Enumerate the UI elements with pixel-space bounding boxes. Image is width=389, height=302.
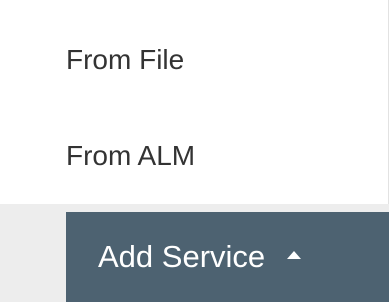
menu-item-from-alm[interactable]: From ALM <box>0 108 388 204</box>
caret-up-icon <box>287 251 302 259</box>
add-service-button[interactable]: Add Service <box>66 212 389 302</box>
menu-item-label: From ALM <box>66 140 196 171</box>
menu-item-label: From File <box>66 44 185 75</box>
menu-item-from-file[interactable]: From File <box>0 12 388 108</box>
add-service-dropdown-menu: From File From ALM <box>0 0 389 204</box>
add-service-button-label: Add Service <box>98 239 266 274</box>
